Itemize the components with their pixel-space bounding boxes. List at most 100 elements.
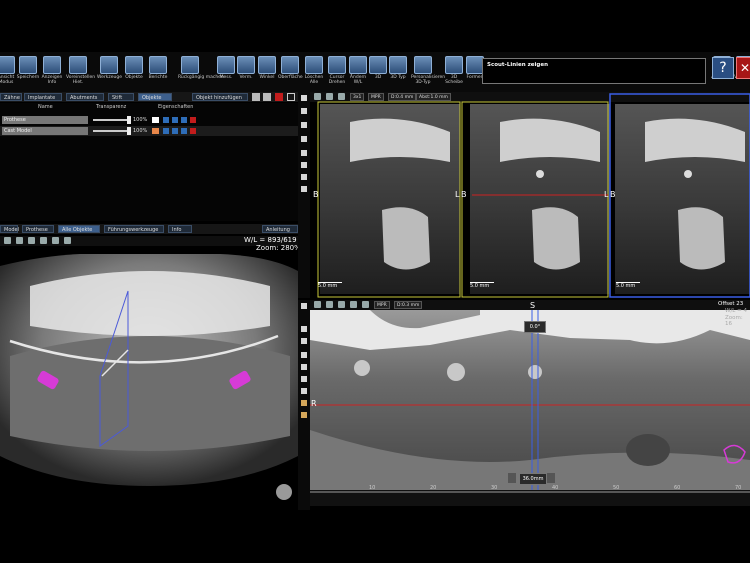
zoom-in-icon[interactable] <box>301 108 307 114</box>
toolbar-button-12[interactable]: Löschen Alle <box>302 52 326 92</box>
close-icon[interactable]: ✕ <box>736 57 750 79</box>
toolbar-button-5[interactable]: Objekte <box>122 52 146 92</box>
camera-icon[interactable] <box>326 301 333 308</box>
toolbar-button-17[interactable]: Personalisieren 3D-Typ <box>411 52 445 92</box>
fullscreen-icon[interactable] <box>4 237 11 244</box>
checkbox-icon[interactable] <box>287 93 295 101</box>
arrow-up-icon[interactable] <box>301 150 307 156</box>
toolbar-button-3[interactable]: Voreinstellen Hiet. <box>66 52 95 92</box>
undo-icon[interactable] <box>181 128 187 134</box>
move-right-icon[interactable] <box>547 473 555 483</box>
pano-tick-label: 70 <box>735 485 742 491</box>
tooth-icon[interactable] <box>64 237 71 244</box>
transparency-slider[interactable] <box>93 130 129 132</box>
color-swatch[interactable] <box>152 117 159 123</box>
cross-scale-1: 5.0 mm <box>318 283 338 289</box>
toolbar-button-10[interactable]: Winkel <box>255 52 279 92</box>
toolbar-button-label: Anzeigen Info <box>41 75 63 85</box>
toolbar-button-4[interactable]: Werkzeuge <box>97 52 122 92</box>
toolbar-button-label: Rückgängig machen <box>178 75 224 80</box>
zoom-out-icon[interactable] <box>301 122 307 128</box>
distance-readout: 36.0mm <box>519 473 547 485</box>
view-tab-row: Model Prothese Alle Objekte Führungswerkzeu… <box>0 224 298 234</box>
arrow-right-icon[interactable] <box>301 388 307 394</box>
add-object-button[interactable]: Objekt hinzufügen <box>192 93 248 101</box>
pano-tick-label: 60 <box>674 485 681 491</box>
object-name[interactable]: Cast Model <box>2 127 88 135</box>
table-row[interactable]: Cast Model 100% <box>0 126 298 136</box>
view3d-zoom: Zoom: 280% <box>256 244 301 252</box>
zoom-in-icon[interactable] <box>301 326 307 332</box>
undo-icon[interactable] <box>181 117 187 123</box>
arrow-right-icon[interactable] <box>301 186 307 192</box>
tools-icon[interactable] <box>301 303 307 309</box>
col-transparency-header: Transparenz <box>96 104 127 110</box>
tab-stift[interactable]: Stift <box>108 93 134 101</box>
rotate-icon[interactable] <box>28 237 35 244</box>
toolbar-button-11[interactable]: Oberfläche <box>278 52 303 92</box>
arrow-up-icon[interactable] <box>301 352 307 358</box>
rotate-icon[interactable] <box>338 301 345 308</box>
toolbar-button-7[interactable]: Rückgängig machen <box>178 52 224 92</box>
object-name[interactable]: Prothese <box>2 116 88 124</box>
minus-icon[interactable] <box>362 301 369 308</box>
toolbar-button-6[interactable]: Berichte <box>146 52 170 92</box>
tab-alle-objekte[interactable]: Alle Objekte <box>58 225 100 233</box>
view3d-canvas[interactable] <box>0 246 298 560</box>
toolbar-icon <box>258 56 276 74</box>
tab-abutments[interactable]: Abutments <box>66 93 104 101</box>
delete-icon[interactable] <box>190 117 196 123</box>
slider-knob[interactable] <box>127 116 131 124</box>
toolbar-button-label: Winkel <box>259 75 275 80</box>
toolbar-button-1[interactable]: Speichern <box>16 52 40 92</box>
toolbar-button-label: Objekte <box>125 75 143 80</box>
fullscreen-icon[interactable] <box>314 301 321 308</box>
pano-depth-button[interactable]: D:0.3 mm <box>394 301 423 309</box>
slider-knob[interactable] <box>127 127 131 135</box>
lock-icon[interactable] <box>172 128 178 134</box>
tab-model[interactable]: Model <box>0 225 19 233</box>
tools-icon[interactable] <box>301 95 307 101</box>
cross-right-label-1: L <box>455 190 460 199</box>
pano-tools-sidebar <box>298 300 310 510</box>
zoom-fit-icon[interactable] <box>301 136 307 142</box>
arrow-down-icon[interactable] <box>252 93 260 101</box>
plus-icon[interactable] <box>350 301 357 308</box>
lower-teeth-icon[interactable] <box>301 412 307 418</box>
cross-section-canvas[interactable] <box>310 92 750 298</box>
image-icon[interactable] <box>52 237 59 244</box>
color-swatch[interactable] <box>152 128 159 134</box>
tab-prothese[interactable]: Prothese <box>22 225 54 233</box>
arrow-down-icon[interactable] <box>301 364 307 370</box>
guide-button[interactable]: Anleitung <box>262 225 298 233</box>
pano-mpr-button[interactable]: MPR <box>374 301 390 309</box>
delete-icon[interactable] <box>275 93 283 101</box>
arrow-down-icon[interactable] <box>301 162 307 168</box>
toolbar-icon <box>43 56 61 74</box>
question-icon[interactable]: ? <box>712 57 734 79</box>
rotate-icon[interactable] <box>163 117 169 123</box>
table-row[interactable]: Prothese 100% <box>0 115 298 125</box>
layers-icon[interactable] <box>40 237 47 244</box>
arrow-left-icon[interactable] <box>301 376 307 382</box>
upper-teeth-icon[interactable] <box>301 400 307 406</box>
transparency-slider[interactable] <box>93 119 129 121</box>
move-left-icon[interactable] <box>508 473 516 483</box>
toolbar-icon <box>19 56 37 74</box>
pano-tick-label: 20 <box>430 485 437 491</box>
lock-icon[interactable] <box>172 117 178 123</box>
tab-f-hrungswerkzeuge[interactable]: Führungswerkzeuge <box>104 225 164 233</box>
toolbar-button-2[interactable]: Anzeigen Info <box>40 52 64 92</box>
tab-objekte[interactable]: Objekte <box>138 93 172 101</box>
arrow-left-icon[interactable] <box>301 174 307 180</box>
zoom-out-icon[interactable] <box>301 338 307 344</box>
delete-icon[interactable] <box>190 128 196 134</box>
tab-info[interactable]: Info <box>168 225 192 233</box>
camera-icon[interactable] <box>16 237 23 244</box>
toolbar-button-16[interactable]: 3D Typ <box>386 52 410 92</box>
rotate-icon[interactable] <box>163 128 169 134</box>
arrow-up-icon[interactable] <box>263 93 271 101</box>
tab-implantate[interactable]: Implantate <box>24 93 62 101</box>
tab-z-hne[interactable]: Zähne <box>0 93 22 101</box>
toolbar-button-label: Speichern <box>16 75 40 80</box>
